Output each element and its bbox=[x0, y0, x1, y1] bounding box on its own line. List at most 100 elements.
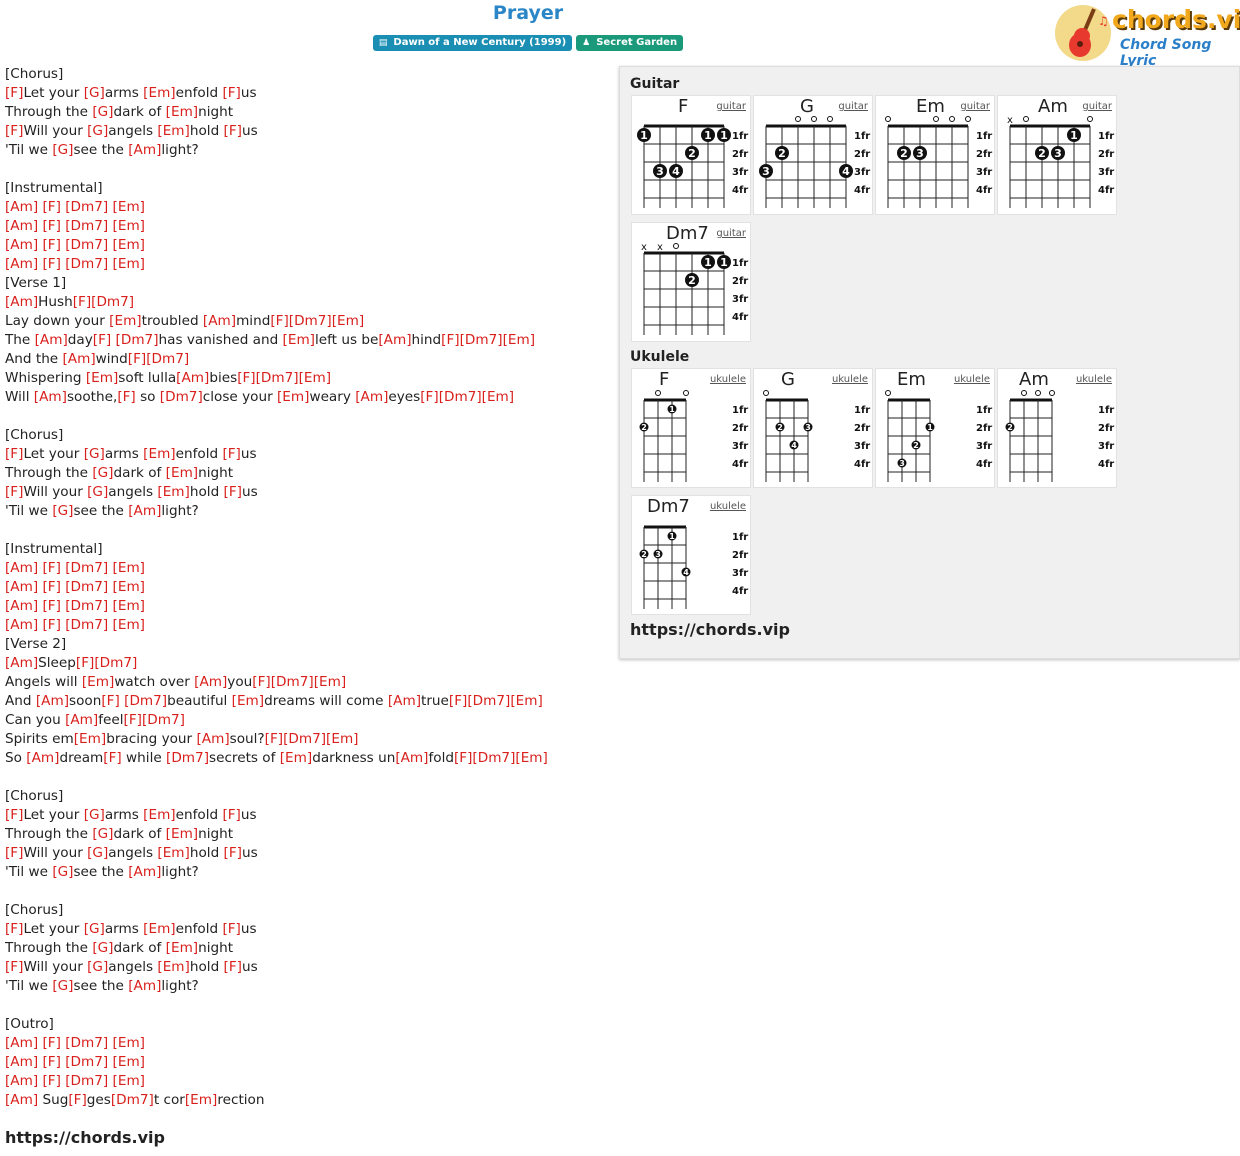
chord-link-am[interactable]: [Am] bbox=[5, 237, 38, 253]
instrument-link[interactable]: ukulele bbox=[954, 374, 990, 385]
chord-link-dm7[interactable]: [Dm7] bbox=[65, 237, 108, 253]
chord-link-dm7[interactable]: [Dm7] bbox=[116, 332, 159, 348]
chord-link-am[interactable]: [Am] bbox=[5, 655, 38, 671]
chord-link-dm7[interactable]: [Dm7] bbox=[472, 750, 515, 766]
chord-link-em[interactable]: [Em] bbox=[314, 674, 346, 690]
chord-link-am[interactable]: [Am] bbox=[203, 313, 236, 329]
chord-link-em[interactable]: [Em] bbox=[332, 313, 364, 329]
guitar-chord-card-f[interactable]: 1fr 2fr 3fr 4fr 1 1 1 2 3 4 Fguitar bbox=[631, 95, 751, 215]
instrument-link[interactable]: guitar bbox=[716, 228, 746, 239]
chord-link-em[interactable]: [Em] bbox=[113, 1054, 145, 1070]
chord-link-dm7[interactable]: [Dm7] bbox=[65, 560, 108, 576]
chord-link-am[interactable]: [Am] bbox=[196, 731, 229, 747]
chord-link-dm7[interactable]: [Dm7] bbox=[94, 655, 137, 671]
chord-link-em[interactable]: [Em] bbox=[113, 560, 145, 576]
chord-link-dm7[interactable]: [Dm7] bbox=[166, 750, 209, 766]
album-badge[interactable]: ▤ Dawn of a New Century (1999) bbox=[372, 35, 573, 51]
chord-link-am[interactable]: [Am] bbox=[5, 579, 38, 595]
guitar-chord-card-dm7[interactable]: 1fr 2fr 3fr 4fr x x 1 1 2 Dm7 guitar bbox=[631, 222, 751, 342]
chord-link-f[interactable]: [F] bbox=[42, 1073, 60, 1089]
chord-link-f[interactable]: [F] bbox=[441, 332, 459, 348]
chord-link-dm7[interactable]: [Dm7] bbox=[271, 674, 314, 690]
chord-link-am[interactable]: [Am] bbox=[36, 693, 69, 709]
chord-link-f[interactable]: [F] bbox=[73, 294, 91, 310]
chord-link-em[interactable]: [Em] bbox=[510, 693, 542, 709]
chord-link-am[interactable]: [Am] bbox=[128, 978, 161, 994]
chord-link-f[interactable]: [F] bbox=[5, 446, 23, 462]
chord-link-g[interactable]: [G] bbox=[87, 845, 108, 861]
chord-link-f[interactable]: [F] bbox=[42, 256, 60, 272]
chord-link-em[interactable]: [Em] bbox=[157, 959, 189, 975]
chord-link-dm7[interactable]: [Dm7] bbox=[65, 617, 108, 633]
guitar-chord-card-g[interactable]: 1fr 2fr 3fr 4fr 2 3 4 Gguitar bbox=[753, 95, 873, 215]
chord-link-f[interactable]: [F] bbox=[5, 123, 23, 139]
chord-link-dm7[interactable]: [Dm7] bbox=[65, 598, 108, 614]
chord-link-am[interactable]: [Am] bbox=[5, 199, 38, 215]
chord-link-am[interactable]: [Am] bbox=[5, 1054, 38, 1070]
chord-link-dm7[interactable]: [Dm7] bbox=[160, 389, 203, 405]
chord-link-g[interactable]: [G] bbox=[92, 465, 113, 481]
chord-link-am[interactable]: [Am] bbox=[5, 1092, 38, 1108]
chord-link-f[interactable]: [F] bbox=[224, 484, 242, 500]
chord-link-am[interactable]: [Am] bbox=[5, 294, 38, 310]
chord-link-dm7[interactable]: [Dm7] bbox=[65, 1073, 108, 1089]
instrument-link[interactable]: ukulele bbox=[832, 374, 868, 385]
chord-link-am[interactable]: [Am] bbox=[35, 332, 68, 348]
chord-link-f[interactable]: [F] bbox=[222, 807, 240, 823]
chord-link-f[interactable]: [F] bbox=[222, 446, 240, 462]
chord-link-am[interactable]: [Am] bbox=[355, 389, 388, 405]
chord-link-f[interactable]: [F] bbox=[224, 845, 242, 861]
chord-link-f[interactable]: [F] bbox=[270, 313, 288, 329]
chord-link-g[interactable]: [G] bbox=[84, 807, 105, 823]
chord-link-am[interactable]: [Am] bbox=[5, 617, 38, 633]
chord-link-em[interactable]: [Em] bbox=[299, 370, 331, 386]
instrument-link[interactable]: guitar bbox=[960, 101, 990, 112]
chord-link-g[interactable]: [G] bbox=[52, 864, 73, 880]
chord-link-em[interactable]: [Em] bbox=[166, 465, 198, 481]
chord-link-em[interactable]: [Em] bbox=[113, 579, 145, 595]
chord-link-dm7[interactable]: [Dm7] bbox=[283, 731, 326, 747]
chord-link-f[interactable]: [F] bbox=[42, 617, 60, 633]
chord-link-em[interactable]: [Em] bbox=[113, 617, 145, 633]
chord-link-dm7[interactable]: [Dm7] bbox=[91, 294, 134, 310]
chord-link-f[interactable]: [F] bbox=[103, 750, 121, 766]
chord-link-am[interactable]: [Am] bbox=[34, 389, 67, 405]
chord-link-f[interactable]: [F] bbox=[42, 1054, 60, 1070]
chord-link-am[interactable]: [Am] bbox=[176, 370, 209, 386]
chord-link-f[interactable]: [F] bbox=[265, 731, 283, 747]
chord-link-am[interactable]: [Am] bbox=[128, 142, 161, 158]
ukulele-chord-card-dm7[interactable]: 1fr 2fr 3fr 4fr 1 2 3 4 Dm7 ukulele bbox=[631, 495, 751, 615]
chord-link-am[interactable]: [Am] bbox=[63, 351, 96, 367]
chord-link-g[interactable]: [G] bbox=[92, 940, 113, 956]
chord-link-g[interactable]: [G] bbox=[52, 142, 73, 158]
chord-link-dm7[interactable]: [Dm7] bbox=[65, 1035, 108, 1051]
chord-link-em[interactable]: [Em] bbox=[283, 332, 315, 348]
chord-link-em[interactable]: [Em] bbox=[143, 807, 175, 823]
chord-link-em[interactable]: [Em] bbox=[113, 598, 145, 614]
instrument-link[interactable]: guitar bbox=[716, 101, 746, 112]
chord-link-em[interactable]: [Em] bbox=[277, 389, 309, 405]
chord-link-f[interactable]: [F] bbox=[68, 1092, 86, 1108]
site-logo[interactable]: ♫ chords.vip Chord Song Lyric bbox=[1054, 3, 1240, 69]
chord-link-em[interactable]: [Em] bbox=[82, 674, 114, 690]
chord-link-g[interactable]: [G] bbox=[92, 826, 113, 842]
chord-link-em[interactable]: [Em] bbox=[157, 845, 189, 861]
chord-link-am[interactable]: [Am] bbox=[128, 864, 161, 880]
chord-link-am[interactable]: [Am] bbox=[65, 712, 98, 728]
chord-link-am[interactable]: [Am] bbox=[395, 750, 428, 766]
chord-link-em[interactable]: [Em] bbox=[113, 1035, 145, 1051]
chord-link-am[interactable]: [Am] bbox=[5, 598, 38, 614]
ukulele-chord-card-g[interactable]: 1fr 2fr 3fr 4fr 2 3 4 Gukulele bbox=[753, 368, 873, 488]
chord-link-am[interactable]: [Am] bbox=[128, 503, 161, 519]
chord-link-f[interactable]: [F] bbox=[117, 389, 135, 405]
chord-link-f[interactable]: [F] bbox=[5, 85, 23, 101]
chord-link-am[interactable]: [Am] bbox=[26, 750, 59, 766]
ukulele-chord-card-f[interactable]: 1fr 2fr 3fr 4fr 1 2 Fukulele bbox=[631, 368, 751, 488]
chord-link-f[interactable]: [F] bbox=[420, 389, 438, 405]
chord-link-f[interactable]: [F] bbox=[42, 598, 60, 614]
instrument-link[interactable]: ukulele bbox=[1076, 374, 1112, 385]
chord-link-em[interactable]: [Em] bbox=[157, 123, 189, 139]
chord-link-em[interactable]: [Em] bbox=[482, 389, 514, 405]
chord-link-em[interactable]: [Em] bbox=[74, 731, 106, 747]
chord-link-em[interactable]: [Em] bbox=[232, 693, 264, 709]
